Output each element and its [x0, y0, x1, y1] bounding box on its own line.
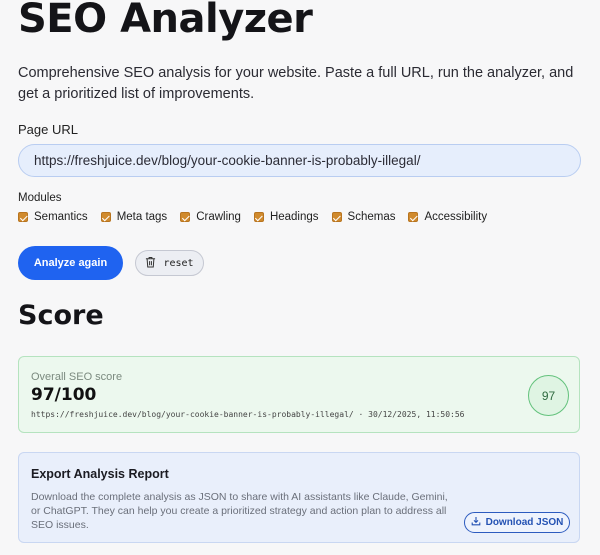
- url-label: Page URL: [18, 122, 78, 137]
- module-crawling[interactable]: Crawling: [180, 211, 241, 223]
- url-field[interactable]: [18, 144, 581, 177]
- module-label: Meta tags: [116, 211, 168, 223]
- checkbox-schemas[interactable]: [331, 212, 342, 222]
- module-label: Crawling: [196, 211, 241, 223]
- module-label: Schemas: [347, 211, 396, 223]
- checkbox-semantics[interactable]: [18, 212, 28, 222]
- download-json-button[interactable]: Download JSON: [464, 512, 570, 533]
- module-meta-tags[interactable]: Meta tags: [100, 211, 168, 223]
- download-icon: [471, 516, 481, 529]
- module-label: Accessibility: [424, 211, 488, 223]
- reset-label: reset: [163, 257, 194, 269]
- module-schemas[interactable]: Schemas: [331, 211, 396, 223]
- export-card: Export Analysis Report Download the comp…: [18, 452, 580, 543]
- checkbox-crawling[interactable]: [180, 212, 191, 222]
- export-title: Export Analysis Report: [31, 467, 169, 481]
- page-title: SEO Analyzer: [18, 0, 313, 42]
- checkbox-headings[interactable]: [253, 212, 264, 222]
- score-label: Overall SEO score: [31, 371, 123, 383]
- export-description: Download the complete analysis as JSON t…: [31, 491, 448, 531]
- checkbox-meta-tags[interactable]: [100, 212, 111, 222]
- module-label: Semantics: [34, 211, 88, 223]
- url-input[interactable]: [34, 153, 574, 168]
- score-badge: 97: [528, 375, 569, 416]
- score-card: Overall SEO score 97/100 https://freshju…: [18, 356, 580, 433]
- analyze-button[interactable]: Analyze again: [18, 246, 123, 280]
- module-semantics[interactable]: Semantics: [18, 211, 88, 223]
- score-meta: https://freshjuice.dev/blog/your-cookie-…: [31, 410, 465, 419]
- intro-text: Comprehensive SEO analysis for your webs…: [18, 65, 574, 102]
- checkbox-accessibility[interactable]: [408, 212, 419, 222]
- reset-button[interactable]: reset: [135, 250, 204, 276]
- module-label: Headings: [269, 211, 319, 223]
- module-accessibility[interactable]: Accessibility: [408, 211, 487, 223]
- score-value: 97/100: [31, 385, 97, 405]
- score-heading: Score: [18, 300, 104, 331]
- download-label: Download JSON: [485, 517, 564, 528]
- trash-icon: [145, 256, 156, 271]
- modules-label: Modules: [18, 192, 62, 204]
- module-headings[interactable]: Headings: [253, 211, 319, 223]
- modules-list: Semantics Meta tags Crawling Headings Sc…: [18, 211, 487, 223]
